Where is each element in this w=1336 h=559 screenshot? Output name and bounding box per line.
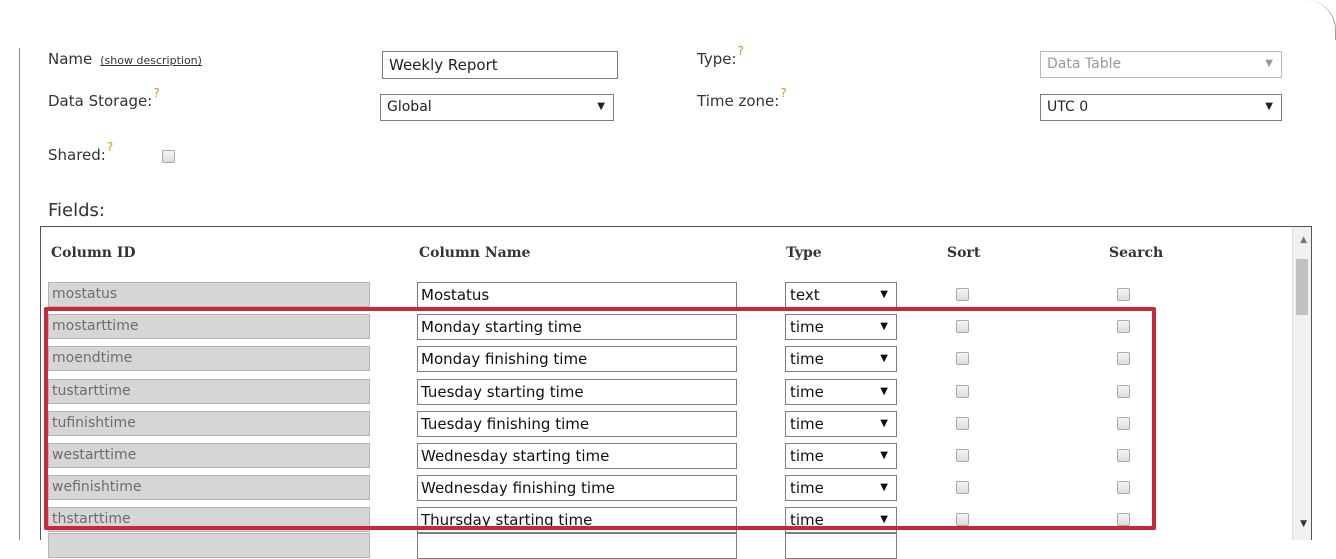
window-corner bbox=[1305, 0, 1336, 40]
header-sort: Sort bbox=[947, 245, 981, 261]
name-input[interactable]: Weekly Report bbox=[382, 51, 618, 79]
highlight-box bbox=[44, 307, 1156, 530]
scrollbar-thumb[interactable] bbox=[1296, 259, 1308, 315]
timezone-select[interactable]: UTC 0 ▼ bbox=[1040, 94, 1282, 121]
field-type-select[interactable]: text ▼ bbox=[785, 282, 897, 308]
type-select-value: Data Table bbox=[1047, 56, 1122, 72]
type-select: Data Table ▼ bbox=[1040, 51, 1282, 78]
storage-select[interactable]: Global ▼ bbox=[380, 94, 614, 121]
type-help-icon[interactable]: ? bbox=[738, 44, 744, 58]
shared-label: Shared: bbox=[48, 146, 106, 164]
scroll-up-icon[interactable]: ▲ bbox=[1300, 235, 1307, 245]
field-type-value: text bbox=[790, 286, 820, 304]
header-search: Search bbox=[1109, 245, 1164, 261]
type-label: Type: bbox=[697, 50, 737, 68]
panel-left-border bbox=[19, 48, 20, 540]
header-column-id: Column ID bbox=[51, 245, 136, 261]
storage-label: Data Storage: bbox=[48, 92, 153, 110]
field-name-input[interactable]: Mostatus bbox=[417, 282, 737, 308]
chevron-down-icon: ▼ bbox=[1265, 58, 1273, 69]
type-label-group: Type:? bbox=[697, 44, 744, 68]
chevron-down-icon: ▼ bbox=[597, 101, 605, 112]
storage-select-value: Global bbox=[387, 99, 432, 115]
timezone-select-value: UTC 0 bbox=[1047, 99, 1089, 115]
timezone-label: Time zone: bbox=[697, 92, 780, 110]
name-label-group: Name (show description) bbox=[48, 50, 202, 68]
shared-checkbox[interactable] bbox=[162, 150, 175, 163]
chevron-down-icon: ▼ bbox=[1265, 101, 1273, 112]
fields-title: Fields: bbox=[48, 200, 105, 221]
timezone-label-group: Time zone:? bbox=[697, 86, 787, 110]
shared-help-icon[interactable]: ? bbox=[107, 140, 113, 154]
field-id-partial bbox=[48, 533, 370, 558]
header-type: Type bbox=[786, 245, 822, 261]
search-checkbox[interactable] bbox=[1117, 288, 1130, 301]
header-column-name: Column Name bbox=[419, 245, 531, 261]
shared-label-group: Shared:? bbox=[48, 140, 113, 164]
field-id-input: mostatus bbox=[48, 282, 370, 307]
timezone-help-icon[interactable]: ? bbox=[780, 86, 786, 100]
name-label: Name bbox=[48, 50, 93, 68]
scroll-down-icon[interactable]: ▼ bbox=[1300, 519, 1307, 529]
sort-checkbox[interactable] bbox=[956, 288, 969, 301]
storage-label-group: Data Storage:? bbox=[48, 86, 160, 110]
field-type-partial[interactable] bbox=[785, 533, 897, 559]
chevron-down-icon: ▼ bbox=[880, 289, 888, 300]
field-name-partial[interactable] bbox=[417, 533, 737, 559]
show-description-link[interactable]: (show description) bbox=[100, 54, 202, 67]
storage-help-icon[interactable]: ? bbox=[153, 86, 159, 100]
